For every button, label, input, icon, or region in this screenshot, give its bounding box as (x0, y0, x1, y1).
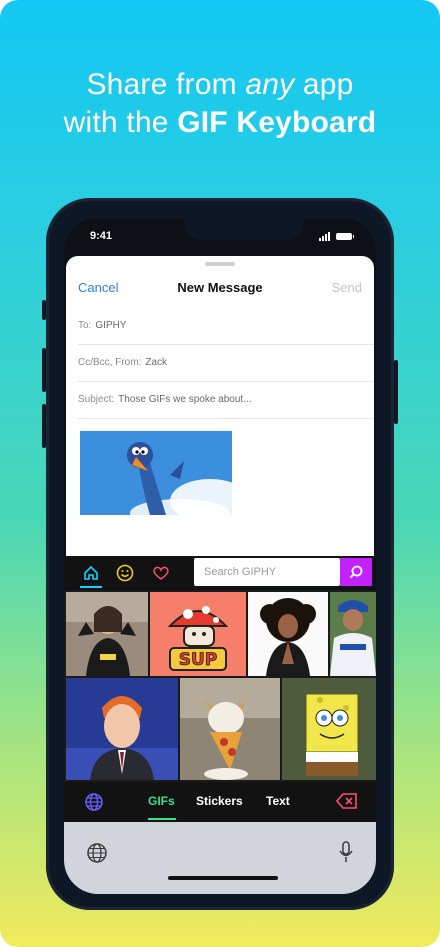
headline-text: app (294, 68, 354, 101)
headline-text: with the (63, 106, 178, 139)
system-keyboard-bar (64, 822, 376, 894)
battery-icon (336, 233, 354, 240)
search-icon (349, 565, 363, 579)
home-indicator[interactable] (168, 876, 278, 880)
sheet-grabber[interactable] (205, 262, 235, 266)
delete-icon[interactable] (335, 792, 358, 810)
phone-power-button (394, 360, 398, 424)
gif-tile[interactable] (282, 678, 376, 780)
to-field[interactable]: To: GIPHY (78, 308, 374, 345)
headline-text: Share from (86, 68, 246, 101)
headline-line-1: Share from any app (0, 66, 440, 104)
heart-icon[interactable] (150, 562, 172, 584)
compose-sheet: Cancel New Message Send To: GIPHY Cc/Bcc,… (66, 256, 374, 556)
tab-text[interactable]: Text (266, 794, 290, 808)
microphone-icon[interactable] (338, 840, 354, 864)
cc-label: Cc/Bcc, From: (78, 357, 142, 368)
headline-emphasis: any (245, 68, 295, 101)
headline-line-2: with the GIF Keyboard (0, 104, 440, 142)
phone-volume-down (42, 404, 46, 448)
gif-tile[interactable] (66, 592, 148, 676)
gif-tile[interactable] (248, 592, 328, 676)
smiley-icon[interactable] (114, 562, 136, 584)
gif-tile[interactable] (66, 678, 178, 780)
subject-field[interactable]: Subject: Those GIFs we spoke about... (78, 382, 374, 419)
notch (184, 218, 304, 240)
home-tab-indicator (80, 586, 102, 588)
gifs-tab-indicator (148, 818, 176, 820)
search-button[interactable] (340, 558, 372, 586)
compose-nav: Cancel New Message Send (66, 272, 374, 302)
cc-field[interactable]: Cc/Bcc, From: Zack (78, 345, 374, 382)
globe-icon[interactable] (84, 792, 104, 812)
gif-tile[interactable] (180, 678, 280, 780)
gif-tile[interactable] (330, 592, 376, 676)
subject-label: Subject: (78, 394, 115, 405)
to-value: GIPHY (95, 320, 127, 331)
search-input[interactable]: Search GIPHY (194, 558, 340, 586)
giphy-bottom-bar: GIFs Stickers Text (64, 782, 376, 822)
tab-stickers[interactable]: Stickers (196, 794, 243, 808)
tab-gifs[interactable]: GIFs (148, 794, 175, 808)
search-placeholder: Search GIPHY (204, 566, 277, 578)
send-button[interactable]: Send (332, 280, 362, 295)
attached-gif[interactable] (80, 431, 232, 515)
phone-volume-up (42, 348, 46, 392)
giphy-top-bar: Search GIPHY (64, 556, 376, 588)
gif-tile-sup[interactable]: SUP (150, 592, 246, 676)
compose-title: New Message (177, 280, 263, 295)
signal-icon (319, 232, 330, 241)
sup-text: SUP (179, 650, 218, 670)
phone-mute-switch (42, 300, 46, 320)
headline: Share from any app with the GIF Keyboard (0, 66, 440, 142)
gif-grid: SUP (64, 590, 376, 782)
to-label: To: (78, 320, 92, 331)
home-icon[interactable] (80, 562, 102, 584)
subject-value: Those GIFs we spoke about... (118, 394, 252, 405)
phone-screen: 9:41 Cancel New Message Send To: GIPHY Cc… (64, 218, 376, 894)
keyboard-globe-icon[interactable] (86, 842, 108, 864)
headline-strong: GIF Keyboard (177, 106, 377, 139)
cc-value: Zack (145, 357, 168, 368)
status-icons (319, 232, 354, 241)
status-time: 9:41 (90, 230, 113, 242)
